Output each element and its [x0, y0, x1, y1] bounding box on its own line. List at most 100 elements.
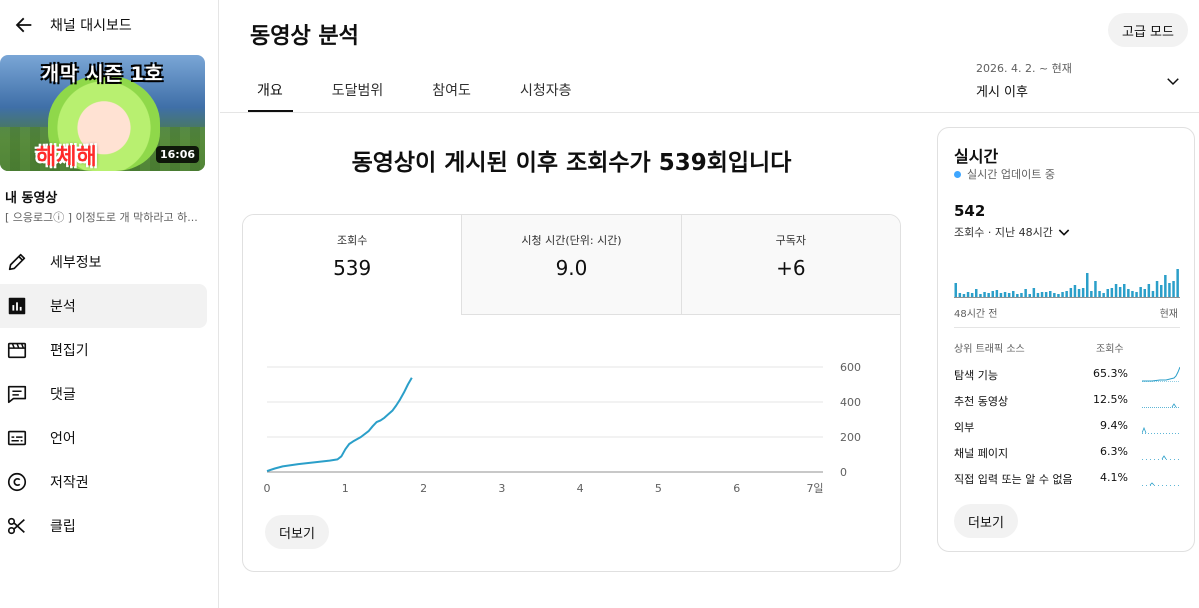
realtime-bar — [1069, 288, 1073, 297]
realtime-bar — [983, 292, 986, 297]
chevron-down-icon — [1167, 78, 1179, 86]
realtime-bar — [979, 294, 982, 297]
realtime-bar — [1102, 293, 1105, 297]
channel-dashboard-link[interactable]: 채널 대시보드 — [50, 15, 132, 35]
metric-value: 539 — [333, 256, 372, 280]
realtime-bar — [1020, 293, 1023, 297]
traffic-views-header: 조회수 — [1096, 344, 1124, 355]
tab-reach[interactable]: 도달범위 — [332, 66, 384, 113]
advanced-mode-button[interactable]: 고급 모드 — [1108, 13, 1188, 47]
x-tick-label: 3 — [498, 482, 505, 495]
tab-audience[interactable]: 시청자층 — [520, 66, 572, 113]
sidebar-item-comments[interactable]: 댓글 — [0, 372, 219, 416]
metric-watch-time[interactable]: 시청 시간(단위: 시간) 9.0 — [461, 215, 681, 315]
traffic-sparkline — [1142, 455, 1180, 460]
metric-subscribers[interactable]: 구독자 +6 — [680, 215, 900, 315]
sidebar-item-languages[interactable]: 언어 — [0, 416, 219, 460]
realtime-bar — [1007, 293, 1011, 297]
overview-card: 조회수 539 시청 시간(단위: 시간) 9.0 구독자 +6 0 200 400… — [242, 214, 901, 572]
realtime-bar — [1131, 291, 1134, 297]
sidebar-header: 채널 대시보드 — [0, 0, 218, 50]
realtime-bar — [1016, 294, 1019, 297]
realtime-bar-chart — [954, 269, 1180, 298]
x-tick-label: 4 — [577, 482, 584, 495]
realtime-bar — [1110, 288, 1114, 297]
sidebar-item-copyright[interactable]: 저작권 — [0, 460, 219, 504]
realtime-period-label: 조회수 · 지난 48시간 — [954, 226, 1053, 239]
pencil-icon — [5, 250, 29, 274]
arrow-back-icon — [15, 17, 32, 33]
traffic-source-name: 직접 입력 또는 알 수 없음 — [954, 473, 1073, 486]
realtime-bar — [1032, 288, 1036, 297]
sidebar-item-editor[interactable]: 편집기 — [0, 328, 219, 372]
realtime-bar — [1151, 291, 1155, 297]
realtime-bar — [1118, 287, 1122, 297]
sidebar-nav: 세부정보 분석 편집기 댓글 언어 저작권 클립 — [0, 240, 219, 548]
realtime-bar — [975, 289, 978, 297]
realtime-bar — [1028, 294, 1031, 297]
realtime-bar — [1143, 289, 1146, 297]
traffic-source-row: 직접 입력 또는 알 수 없음 4.1% — [954, 471, 1180, 497]
realtime-views-count: 542 — [954, 202, 986, 220]
realtime-card: 실시간 실시간 업데이트 중 542 조회수 · 지난 48시간 48시간 전 … — [937, 127, 1195, 552]
tab-overview[interactable]: 개요 — [248, 66, 293, 113]
realtime-bar — [1123, 284, 1126, 297]
traffic-sparkline — [1142, 403, 1180, 408]
sidebar-item-details[interactable]: 세부정보 — [0, 240, 219, 284]
y-tick-label: 200 — [840, 431, 861, 444]
realtime-bar — [1036, 293, 1040, 297]
analytics-tabs: 개요 도달범위 참여도 시청자층 — [248, 66, 620, 113]
sidebar-item-label: 분석 — [50, 299, 76, 315]
realtime-divider — [954, 327, 1180, 328]
x-tick-label: 5 — [655, 482, 662, 495]
metric-label: 시청 시간(단위: 시간) — [521, 234, 622, 247]
tab-engagement[interactable]: 참여도 — [432, 66, 471, 113]
overview-more-button[interactable]: 더보기 — [265, 515, 329, 549]
clapperboard-icon — [5, 338, 29, 362]
analytics-icon — [5, 294, 29, 318]
overview-headline: 동영상이 게시된 이후 조회수가 539회입니다 — [351, 150, 792, 176]
realtime-more-button[interactable]: 더보기 — [954, 504, 1018, 538]
realtime-title: 실시간 — [954, 147, 999, 166]
thumbnail-caption-bottom: 해체해 — [36, 145, 97, 170]
traffic-source-percent: 12.5% — [1093, 393, 1128, 406]
realtime-bar — [962, 294, 966, 297]
realtime-bar — [1065, 291, 1068, 297]
realtime-bar — [966, 292, 970, 297]
sidebar-item-label: 편집기 — [50, 343, 89, 359]
date-range-selector[interactable]: 2026. 4. 2. ~ 현재 게시 이후 — [976, 60, 1186, 102]
realtime-bar — [1176, 269, 1179, 297]
realtime-bar — [991, 291, 994, 297]
sidebar: 채널 대시보드 개막 시즌 1호 해체해 16:06 내 동영상 [ 으응로그ⓘ… — [0, 0, 219, 608]
realtime-bar — [1147, 284, 1151, 297]
sidebar-item-analytics[interactable]: 분석 — [0, 284, 207, 328]
traffic-source-header: 상위 트래픽 소스 — [954, 344, 1025, 355]
traffic-source-name: 채널 페이지 — [954, 447, 1009, 460]
sidebar-item-label: 클립 — [50, 519, 76, 535]
realtime-bar — [1003, 292, 1007, 297]
video-thumbnail[interactable]: 개막 시즌 1호 해체해 16:06 — [0, 55, 205, 171]
traffic-sparkline — [1142, 482, 1180, 486]
realtime-status: 실시간 업데이트 중 — [954, 166, 1055, 182]
metric-label: 조회수 — [336, 234, 368, 247]
traffic-source-name: 추천 동영상 — [954, 395, 1009, 408]
realtime-bar — [1106, 289, 1109, 297]
realtime-bar — [1090, 291, 1093, 297]
x-tick-label: 2 — [420, 482, 427, 495]
realtime-status-text: 실시간 업데이트 중 — [967, 168, 1055, 181]
realtime-bar — [1094, 281, 1097, 297]
back-button[interactable] — [8, 9, 40, 41]
traffic-source-name: 탐색 기능 — [954, 369, 998, 382]
realtime-period-dropdown[interactable]: 조회수 · 지난 48시간 — [954, 224, 1072, 240]
y-tick-label: 0 — [840, 466, 847, 479]
metric-views[interactable]: 조회수 539 — [243, 215, 462, 315]
thumbnail-caption-top: 개막 시즌 1호 — [41, 63, 164, 85]
subtitles-icon — [5, 426, 29, 450]
metric-value: +6 — [776, 256, 806, 280]
views-series-line — [266, 377, 413, 473]
traffic-source-percent: 4.1% — [1100, 471, 1128, 484]
metric-value: 9.0 — [555, 256, 588, 280]
sidebar-item-clips[interactable]: 클립 — [0, 504, 219, 548]
views-line-chart: 0 200 400 600 0 1 2 3 4 5 6 7일 — [264, 361, 862, 495]
live-dot-icon — [954, 170, 961, 178]
